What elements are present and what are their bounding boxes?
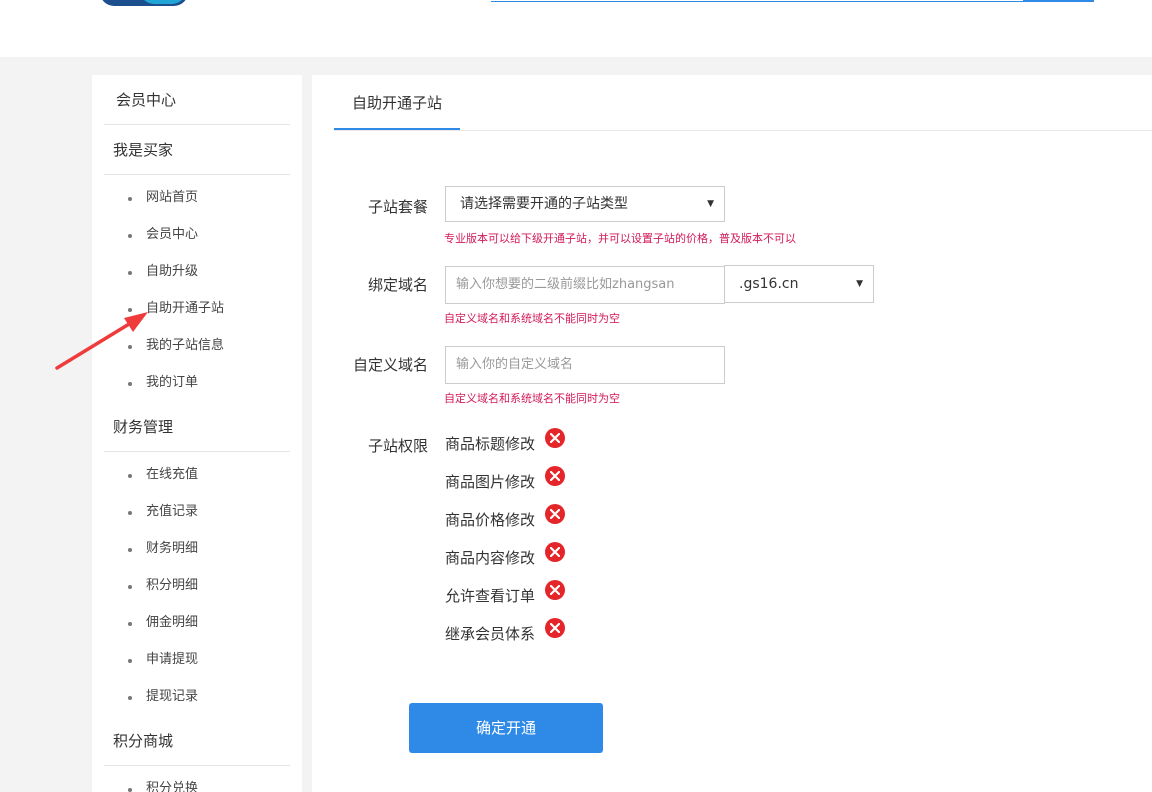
- permission-label: 继承会员体系: [445, 625, 536, 643]
- bullet: [128, 659, 132, 663]
- permission-label: 允许查看订单: [445, 587, 536, 605]
- bullet: [128, 271, 132, 275]
- domain-suffix-value: .gs16.cn: [739, 276, 799, 292]
- sidebar-item-label: 提现记录: [146, 689, 199, 704]
- subdomain-prefix-input[interactable]: 输入你想要的二级前缀比如zhangsan: [445, 266, 725, 304]
- permission-item: 商品价格修改: [445, 504, 565, 532]
- sidebar-group-finance: 财务管理: [104, 402, 290, 452]
- package-label: 子站套餐: [367, 198, 428, 216]
- bullet: [128, 474, 132, 478]
- sidebar-item-label: 网站首页: [146, 190, 199, 205]
- close-circle-icon[interactable]: [545, 466, 565, 486]
- permission-item: 允许查看订单: [445, 580, 565, 608]
- bullet: [128, 197, 132, 201]
- bullet: [128, 548, 132, 552]
- bullet: [128, 308, 132, 312]
- sidebar-group-buyer: 我是买家: [104, 125, 290, 175]
- bullet: [128, 696, 132, 700]
- site-header: ·········: [0, 0, 1152, 57]
- sidebar-title: 会员中心: [104, 75, 290, 125]
- sidebar-group-points-mall: 积分商城: [104, 716, 290, 766]
- close-circle-icon[interactable]: [545, 428, 565, 448]
- confirm-open-button[interactable]: 确定开通: [409, 703, 603, 753]
- permissions-label: 子站权限: [367, 437, 428, 455]
- sidebar-item-label: 我的子站信息: [146, 338, 225, 353]
- bullet: [128, 788, 132, 792]
- sidebar-item-label: 自助开通子站: [146, 301, 225, 316]
- sidebar-item-label: 充值记录: [146, 504, 199, 519]
- sidebar-item-label: 自助升级: [146, 264, 199, 279]
- permission-label: 商品标题修改: [445, 435, 536, 453]
- package-selected-value: 请选择需要开通的子站类型: [460, 196, 628, 212]
- sidebar-item-label: 在线充值: [146, 467, 199, 482]
- close-circle-icon[interactable]: [545, 504, 565, 524]
- package-hint: 专业版本可以给下级开通子站，并可以设置子站的价格，普及版本不可以: [444, 232, 796, 245]
- sidebar-item-label: 我的订单: [146, 375, 199, 390]
- sidebar: 会员中心 我是买家 网站首页 会员中心 自助升级 自助开通子站 我的子站信息 我…: [92, 75, 302, 792]
- permission-label: 商品价格修改: [445, 511, 536, 529]
- domain-label: 绑定域名: [367, 276, 428, 294]
- sidebar-item-label: 财务明细: [146, 541, 199, 556]
- domain-hint: 自定义域名和系统域名不能同时为空: [444, 312, 620, 325]
- bullet: [128, 511, 132, 515]
- custom-domain-input[interactable]: 输入你的自定义域名: [445, 346, 725, 384]
- logo-text: ·········: [296, 0, 363, 6]
- bullet: [128, 382, 132, 386]
- tab-open-substation[interactable]: 自助开通子站: [334, 75, 460, 130]
- search-button[interactable]: [1023, 0, 1094, 2]
- permission-item: 商品标题修改: [445, 428, 565, 456]
- site-logo[interactable]: ·········: [100, 0, 380, 8]
- permission-item: 商品图片修改: [445, 466, 565, 494]
- tab-bar: 自助开通子站: [334, 75, 1152, 131]
- subdomain-prefix-placeholder: 输入你想要的二级前缀比如zhangsan: [456, 277, 675, 292]
- bullet: [128, 622, 132, 626]
- permission-item: 商品内容修改: [445, 542, 565, 570]
- bullet: [128, 585, 132, 589]
- permission-label: 商品图片修改: [445, 473, 536, 491]
- domain-suffix-select[interactable]: .gs16.cn ▼: [724, 265, 874, 303]
- bullet: [128, 234, 132, 238]
- caret-down-icon: ▼: [707, 199, 714, 209]
- main-panel: 自助开通子站 子站套餐 请选择需要开通的子站类型 ▼ 专业版本可以给下级开通子站…: [312, 75, 1152, 792]
- permission-item: 继承会员体系: [445, 618, 565, 646]
- sidebar-item-label: 积分明细: [146, 578, 199, 593]
- sidebar-item-label: 积分兑换: [146, 781, 199, 792]
- sidebar-item-label: 申请提现: [146, 652, 199, 667]
- search-input[interactable]: [491, 0, 1023, 2]
- sidebar-item-label: 佣金明细: [146, 615, 199, 630]
- close-circle-icon[interactable]: [545, 580, 565, 600]
- package-select[interactable]: 请选择需要开通的子站类型 ▼: [445, 186, 725, 222]
- close-circle-icon[interactable]: [545, 618, 565, 638]
- close-circle-icon[interactable]: [545, 542, 565, 562]
- permission-label: 商品内容修改: [445, 549, 536, 567]
- custom-domain-placeholder: 输入你的自定义域名: [456, 357, 574, 372]
- custom-domain-label: 自定义域名: [352, 356, 428, 374]
- bullet: [128, 345, 132, 349]
- caret-down-icon: ▼: [856, 279, 863, 289]
- sidebar-item-label: 会员中心: [146, 227, 199, 242]
- custom-domain-hint: 自定义域名和系统域名不能同时为空: [444, 392, 620, 405]
